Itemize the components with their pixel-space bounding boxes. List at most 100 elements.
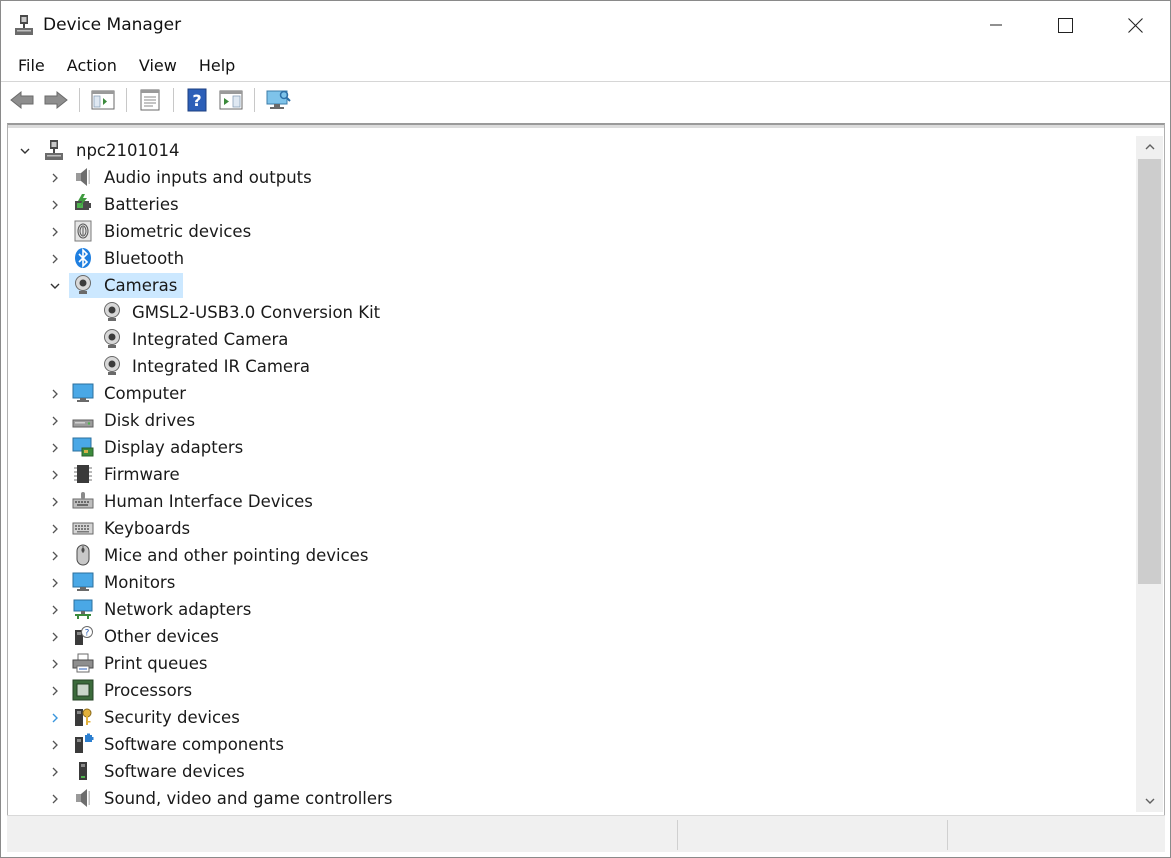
keyboard-icon — [72, 517, 94, 539]
tree-child-camera[interactable]: Integrated IR Camera — [8, 353, 1136, 380]
tree-item-bluetooth[interactable]: Bluetooth — [8, 245, 1136, 272]
chevron-right-icon[interactable] — [48, 252, 62, 266]
tree-child-label: Integrated IR Camera — [132, 357, 310, 376]
webcam-icon — [72, 274, 94, 296]
help-button[interactable]: ? — [182, 86, 212, 114]
monitor-icon — [72, 571, 94, 593]
bluetooth-icon — [72, 247, 94, 269]
tree-item-label: Software devices — [104, 762, 245, 781]
tree-item-computer[interactable]: Computer — [8, 380, 1136, 407]
chevron-right-icon[interactable] — [48, 414, 62, 428]
chevron-right-icon[interactable] — [48, 576, 62, 590]
tree-item-disk-drives[interactable]: Disk drives — [8, 407, 1136, 434]
tree-item-label: Cameras — [104, 276, 178, 295]
properties-button[interactable] — [135, 86, 165, 114]
chevron-right-icon[interactable] — [48, 225, 62, 239]
tree-item-label: Other devices — [104, 627, 219, 646]
title-bar[interactable]: Device Manager — [1, 1, 1170, 49]
tree-item-label: Keyboards — [104, 519, 191, 538]
scrollbar-thumb[interactable] — [1138, 159, 1161, 584]
tree-root-row[interactable]: npc2101014 — [8, 137, 1136, 164]
tree-item-software-devices[interactable]: Software devices — [8, 758, 1136, 785]
chevron-right-icon[interactable] — [48, 630, 62, 644]
chevron-right-icon[interactable] — [48, 657, 62, 671]
tree-item-human-interface-devices[interactable]: Human Interface Devices — [8, 488, 1136, 515]
tree-item-label: Computer — [104, 384, 187, 403]
chevron-right-icon[interactable] — [48, 495, 62, 509]
tree-item-cameras[interactable]: Cameras — [8, 272, 1136, 299]
chevron-down-icon[interactable] — [18, 144, 32, 158]
tree-item-label: Mice and other pointing devices — [104, 546, 369, 565]
chevron-right-icon[interactable] — [48, 468, 62, 482]
tree-item-label: Audio inputs and outputs — [104, 168, 312, 187]
webcam-icon — [101, 301, 123, 323]
show-hide-console-tree-button[interactable] — [88, 86, 118, 114]
chevron-right-icon[interactable] — [48, 387, 62, 401]
tree-item-batteries[interactable]: Batteries — [8, 191, 1136, 218]
scan-hardware-icon — [266, 90, 291, 109]
tree-item-sound-video-game[interactable]: Sound, video and game controllers — [8, 785, 1136, 812]
chevron-right-icon[interactable] — [48, 603, 62, 617]
run-button[interactable] — [216, 86, 246, 114]
tree-child-camera[interactable]: Integrated Camera — [8, 326, 1136, 353]
close-button[interactable] — [1101, 1, 1169, 49]
menu-view[interactable]: View — [128, 52, 188, 79]
back-arrow-icon — [10, 90, 34, 110]
back-button[interactable] — [7, 86, 37, 114]
chevron-right-icon[interactable] — [48, 684, 62, 698]
chevron-right-icon[interactable] — [48, 198, 62, 212]
tree-item-label: Software components — [104, 735, 284, 754]
close-icon — [1127, 17, 1143, 33]
chevron-right-icon[interactable] — [48, 711, 62, 725]
menu-file[interactable]: File — [7, 52, 56, 79]
vertical-scrollbar[interactable] — [1136, 136, 1163, 812]
chevron-right-icon[interactable] — [48, 549, 62, 563]
tree-item-print-queues[interactable]: Print queues — [8, 650, 1136, 677]
tree-item-software-components[interactable]: Software components — [8, 731, 1136, 758]
chevron-right-icon[interactable] — [48, 738, 62, 752]
computer-root-icon — [44, 139, 66, 161]
chevron-up-icon — [1145, 144, 1154, 150]
tree-child-camera[interactable]: GMSL2-USB3.0 Conversion Kit — [8, 299, 1136, 326]
chevron-right-icon[interactable] — [48, 441, 62, 455]
unknown-device-icon: ? — [72, 625, 94, 647]
tree-item-mice[interactable]: Mice and other pointing devices — [8, 542, 1136, 569]
tree-item-keyboards[interactable]: Keyboards — [8, 515, 1136, 542]
run-icon — [219, 90, 243, 110]
display-adapter-icon — [72, 436, 94, 458]
chevron-right-icon[interactable] — [48, 765, 62, 779]
scroll-down-button[interactable] — [1136, 790, 1163, 812]
tree-item-biometric[interactable]: Biometric devices — [8, 218, 1136, 245]
disk-drive-icon — [72, 409, 94, 431]
tree-item-audio[interactable]: Audio inputs and outputs — [8, 164, 1136, 191]
tree-child-label: GMSL2-USB3.0 Conversion Kit — [132, 303, 381, 322]
device-tree-pane[interactable]: npc2101014 Audio inputs and outputs Batt… — [7, 123, 1165, 815]
maximize-button[interactable] — [1031, 1, 1099, 49]
tree-item-processors[interactable]: Processors — [8, 677, 1136, 704]
forward-button[interactable] — [41, 86, 71, 114]
speaker-icon — [72, 166, 94, 188]
scan-for-hardware-changes-button[interactable] — [263, 86, 293, 114]
chevron-right-icon[interactable] — [48, 171, 62, 185]
chevron-right-icon[interactable] — [48, 522, 62, 536]
menu-action[interactable]: Action — [56, 52, 128, 79]
tree-item-other-devices[interactable]: ? Other devices — [8, 623, 1136, 650]
tree-item-network-adapters[interactable]: Network adapters — [8, 596, 1136, 623]
minimize-button[interactable] — [962, 1, 1030, 49]
tree-item-label: Batteries — [104, 195, 179, 214]
tree-item-firmware[interactable]: Firmware — [8, 461, 1136, 488]
tree-item-display-adapters[interactable]: Display adapters — [8, 434, 1136, 461]
toolbar-separator — [79, 88, 80, 112]
device-tree: npc2101014 Audio inputs and outputs Batt… — [8, 137, 1136, 812]
chevron-down-icon[interactable] — [48, 279, 62, 293]
tree-item-monitors[interactable]: Monitors — [8, 569, 1136, 596]
scroll-up-button[interactable] — [1136, 136, 1163, 158]
tree-item-label: Bluetooth — [104, 249, 185, 268]
tree-item-security-devices[interactable]: Security devices — [8, 704, 1136, 731]
webcam-icon — [101, 355, 123, 377]
printer-icon — [72, 652, 94, 674]
tree-item-label: Disk drives — [104, 411, 196, 430]
menu-divider — [1, 81, 1170, 82]
menu-help[interactable]: Help — [188, 52, 246, 79]
chevron-right-icon[interactable] — [48, 792, 62, 806]
